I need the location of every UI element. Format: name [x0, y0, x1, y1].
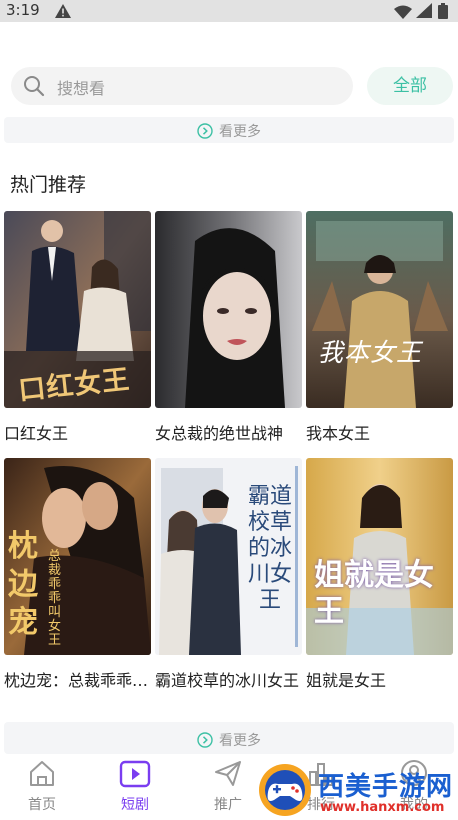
wifi-icon [394, 4, 412, 23]
drama-card[interactable]: 枕边宠 总裁乖乖叫女王 枕边宠：总裁乖乖叫女王 [4, 458, 152, 691]
play-icon [119, 760, 151, 792]
watermark-brand: 西美手游网 [318, 772, 454, 802]
drama-poster[interactable]: 霸道校草的冰川女王 [155, 458, 302, 655]
status-time: 3:19 [6, 1, 40, 19]
drama-title[interactable]: 我本女王 [306, 420, 452, 444]
drama-card[interactable]: 姐就是女王 姐就是女王 [306, 458, 454, 691]
drama-title[interactable]: 姐就是女王 [306, 667, 452, 691]
search-placeholder[interactable]: 搜想看 [57, 75, 105, 99]
tab-shorts[interactable]: 短剧 [95, 758, 175, 814]
home-icon [27, 758, 57, 792]
send-icon [213, 758, 243, 792]
signal-icon [416, 3, 432, 22]
poster-title: 霸道校草的冰川女王 [247, 484, 292, 613]
drama-title[interactable]: 女总裁的绝世战神 [155, 420, 301, 444]
poster-title: 姐就是女王 [314, 558, 434, 629]
see-more-label: 看更多 [219, 124, 261, 140]
drama-title[interactable]: 霸道校草的冰川女王 [155, 667, 301, 691]
see-more-top-button[interactable]: 看更多 [4, 117, 454, 143]
search-icon [23, 75, 45, 101]
all-button[interactable]: 全部 [367, 67, 453, 105]
warning-icon [54, 3, 72, 23]
tab-label: 首页 [28, 797, 56, 813]
drama-title[interactable]: 口红女王 [4, 420, 150, 444]
site-watermark: 西美手游网 www.hanxm.com [256, 760, 456, 820]
poster-title: 枕边宠 [8, 529, 38, 640]
drama-card[interactable]: 我本女王 我本女王 [306, 211, 454, 444]
poster-title: 我本女王 [318, 338, 423, 367]
drama-card[interactable]: 口红女王 口红女王 [4, 211, 152, 444]
status-bar: 3:19 [0, 0, 458, 22]
drama-poster[interactable]: 姐就是女王 [306, 458, 453, 655]
drama-title[interactable]: 枕边宠：总裁乖乖叫女王 [4, 667, 150, 691]
drama-card[interactable]: 霸道校草的冰川女王 霸道校草的冰川女王 [155, 458, 303, 691]
see-more-bottom-button[interactable]: 看更多 [4, 722, 454, 754]
chevron-right-circle-icon [197, 123, 213, 143]
poster-subtitle: 总裁乖乖叫女王 [48, 549, 62, 648]
drama-poster[interactable] [155, 211, 302, 408]
drama-poster[interactable]: 枕边宠 总裁乖乖叫女王 [4, 458, 151, 655]
tab-home[interactable]: 首页 [2, 758, 82, 814]
drama-poster[interactable]: 口红女王 [4, 211, 151, 408]
gamepad-logo-icon [256, 762, 314, 820]
tab-label: 短剧 [121, 797, 149, 813]
chevron-right-circle-icon [197, 732, 213, 752]
drama-poster[interactable]: 我本女王 [306, 211, 453, 408]
see-more-label: 看更多 [219, 733, 261, 749]
drama-card[interactable]: 女总裁的绝世战神 [155, 211, 303, 444]
battery-icon [438, 3, 448, 23]
search-box[interactable]: 搜想看 [11, 67, 353, 105]
section-title: 热门推荐 [10, 174, 87, 196]
watermark-domain: www.hanxm.com [320, 800, 445, 815]
